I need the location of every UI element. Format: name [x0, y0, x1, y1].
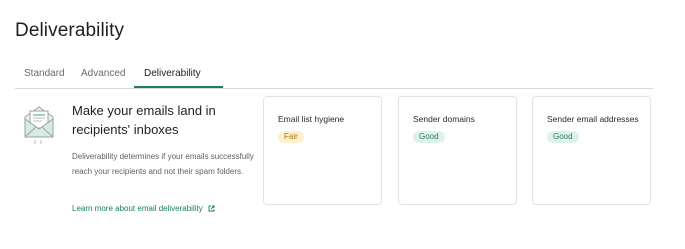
envelope-document-icon: [22, 103, 56, 145]
learn-more-link-label: Learn more about email deliverability: [72, 204, 203, 213]
card-sender-email-addresses[interactable]: Sender email addresses Good: [532, 96, 651, 205]
status-badge: Fair: [278, 131, 304, 143]
deliverability-page: Deliverability Standard Advanced Deliver…: [0, 0, 685, 249]
external-link-icon: [208, 204, 215, 213]
card-sender-domains[interactable]: Sender domains Good: [398, 96, 517, 205]
status-badge: Good: [413, 131, 445, 143]
card-label: Sender email addresses: [547, 114, 639, 124]
page-title: Deliverability: [15, 20, 125, 41]
active-tab-indicator: [134, 86, 223, 88]
tab-standard[interactable]: Standard: [24, 68, 65, 79]
tab-advanced[interactable]: Advanced: [81, 68, 125, 79]
tab-bar: Standard Advanced Deliverability: [15, 64, 653, 89]
card-label: Sender domains: [413, 114, 475, 124]
hero-description: Deliverability determines if your emails…: [72, 152, 254, 176]
learn-more-link[interactable]: Learn more about email deliverability: [72, 204, 215, 213]
status-badge: Good: [547, 131, 579, 143]
tab-deliverability[interactable]: Deliverability: [144, 68, 201, 79]
card-email-list-hygiene[interactable]: Email list hygiene Fair: [263, 96, 382, 205]
hero-title: Make your emails land in recipients' inb…: [72, 103, 216, 137]
card-label: Email list hygiene: [278, 114, 345, 124]
